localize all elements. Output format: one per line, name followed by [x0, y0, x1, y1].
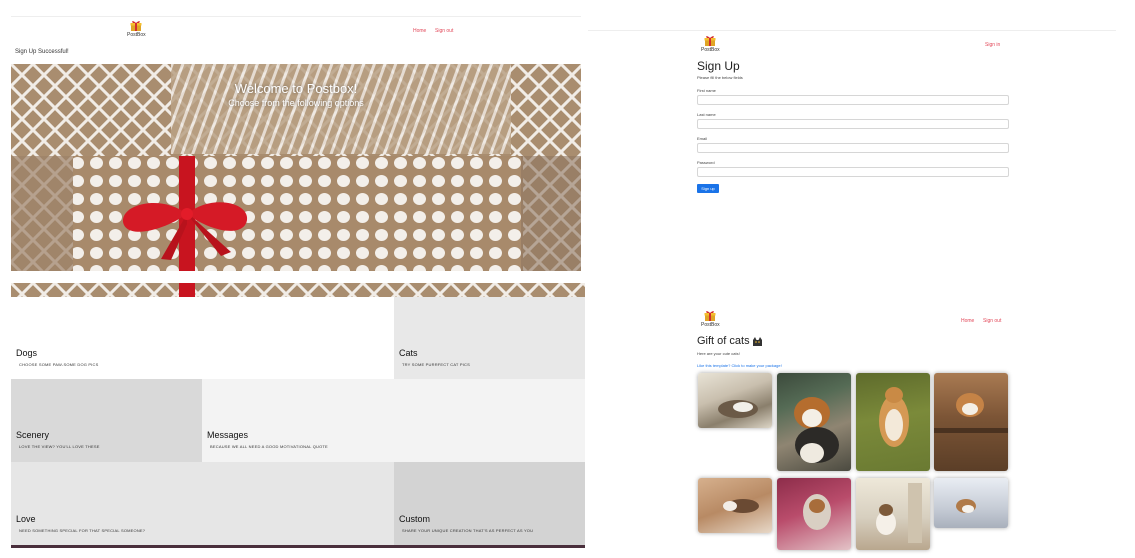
nav-signout-link[interactable]: Sign out	[435, 28, 453, 34]
footer-bar	[11, 545, 585, 548]
password-field[interactable]	[697, 167, 1009, 177]
cat-photo[interactable]	[934, 478, 1008, 528]
signup-button[interactable]: Sign up	[697, 184, 719, 193]
category-tile-dogs[interactable]: Dogs CHOOSE SOME PAW-SOME DOG PICS	[11, 297, 394, 379]
signup-page-panel: PostBox Sign in Sign Up Please fill the …	[588, 30, 1116, 200]
brand-name: PostBox	[701, 322, 720, 328]
home-navbar: PostBox Home Sign out	[11, 16, 581, 42]
cat-photo[interactable]	[698, 373, 772, 428]
category-subtitle: LOVE THE VIEW? YOU'LL LOVE THESE	[19, 444, 100, 449]
cat-photo[interactable]	[777, 373, 851, 471]
hero-image-strip	[11, 283, 585, 297]
gift-icon	[704, 36, 716, 46]
cat-photo[interactable]	[934, 373, 1008, 471]
last-name-label: Last name	[697, 112, 716, 117]
cat-icon	[752, 336, 762, 346]
category-tile-custom[interactable]: Custom SHARE YOUR UNIQUE CREATION THAT'S…	[394, 462, 585, 548]
page-title-row: Gift of cats	[697, 335, 763, 347]
category-tile-scenery[interactable]: Scenery LOVE THE VIEW? YOU'LL LOVE THESE	[11, 379, 202, 462]
page-subtitle: Here are your cute cats!	[697, 351, 740, 356]
category-tile-love[interactable]: Love NEED SOMETHING SPECIAL FOR THAT SPE…	[11, 462, 394, 548]
first-name-field[interactable]	[697, 95, 1009, 105]
use-template-link[interactable]: Like this template? Click to make your p…	[697, 363, 782, 368]
page-title: Sign Up	[697, 59, 740, 73]
cat-photo[interactable]	[856, 373, 930, 471]
nav-signin-link[interactable]: Sign in	[985, 42, 1000, 48]
email-label: Email	[697, 136, 708, 141]
cat-photo[interactable]	[698, 478, 772, 533]
nav-signout-link[interactable]: Sign out	[983, 318, 1001, 324]
category-tile-messages[interactable]: Messages BECAUSE WE ALL NEED A GOOD MOTI…	[202, 379, 585, 462]
brand-logo[interactable]: PostBox	[701, 310, 720, 328]
cats-package-panel: PostBox Home Sign out Gift of cats Here …	[588, 305, 1116, 550]
brand-logo[interactable]: PostBox	[127, 20, 146, 38]
category-title: Dogs	[16, 348, 38, 358]
cat-photo[interactable]	[777, 478, 851, 550]
first-name-label: First name	[697, 88, 716, 93]
category-tile-cats[interactable]: Cats TRY SOME PURRFECT CAT PICS	[394, 297, 585, 379]
category-subtitle: SHARE YOUR UNIQUE CREATION THAT'S AS PER…	[402, 528, 534, 533]
category-title: Cats	[399, 348, 418, 358]
gift-icon	[704, 311, 716, 321]
hero-title: Welcome to Postbox!	[234, 81, 358, 96]
page-subtitle: Please fill the below fields	[697, 75, 743, 80]
brand-logo[interactable]: PostBox	[701, 35, 720, 53]
hero-subtitle: Choose from the following options	[228, 98, 364, 108]
category-subtitle: CHOOSE SOME PAW-SOME DOG PICS	[19, 362, 99, 367]
last-name-field[interactable]	[697, 119, 1009, 129]
nav-home-link[interactable]: Home	[961, 318, 974, 324]
brand-name: PostBox	[701, 47, 720, 53]
home-page-panel: PostBox Home Sign out Sign Up Successful…	[11, 16, 581, 276]
category-title: Messages	[207, 430, 249, 440]
category-grid-panel: Dogs CHOOSE SOME PAW-SOME DOG PICS Cats …	[11, 283, 585, 548]
password-label: Password	[697, 160, 715, 165]
category-subtitle: BECAUSE WE ALL NEED A GOOD MOTIVATIONAL …	[210, 444, 328, 449]
cat-photo[interactable]	[856, 478, 930, 550]
hero-banner: Welcome to Postbox! Choose from the foll…	[11, 64, 581, 271]
gift-icon	[130, 21, 142, 31]
signup-success-message: Sign Up Successful!	[15, 49, 69, 55]
category-title: Custom	[399, 514, 431, 524]
brand-name: PostBox	[127, 32, 146, 38]
category-subtitle: TRY SOME PURRFECT CAT PICS	[402, 362, 470, 367]
category-title: Love	[16, 514, 36, 524]
category-title: Scenery	[16, 430, 50, 440]
email-field[interactable]	[697, 143, 1009, 153]
nav-home-link[interactable]: Home	[413, 28, 426, 34]
category-subtitle: NEED SOMETHING SPECIAL FOR THAT SPECIAL …	[19, 528, 146, 533]
page-title: Gift of cats	[697, 335, 750, 347]
